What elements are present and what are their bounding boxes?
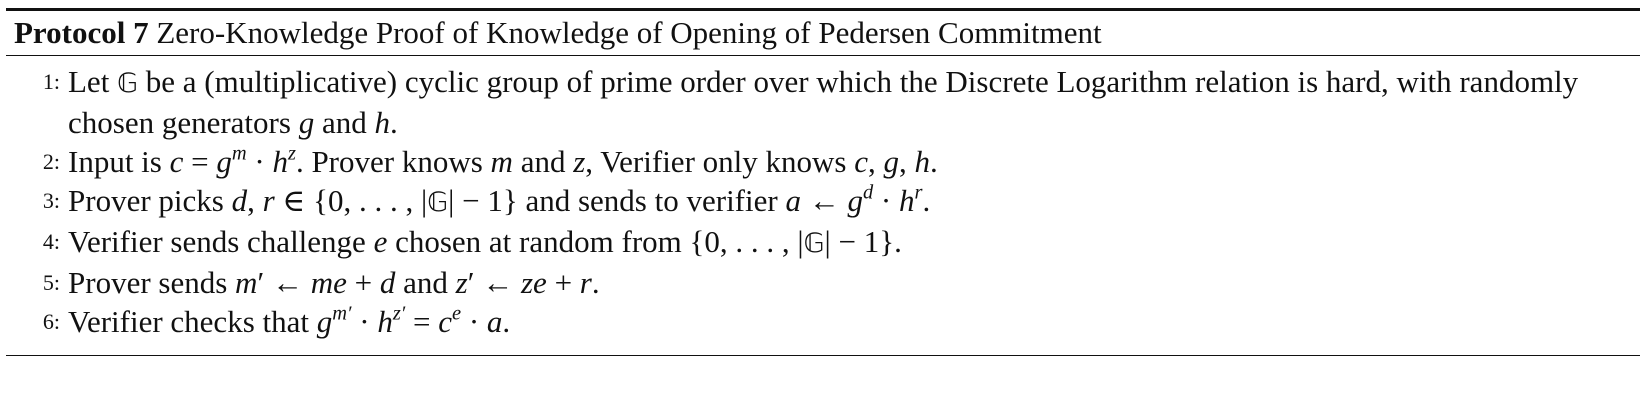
step-number: 5: (42, 270, 60, 295)
step-5: 5: Prover sends m′ ← me + d and z′ ← ze … (6, 263, 1640, 302)
step-text: Prover picks d, r ∈ {0, . . . , |𝔾| − 1}… (68, 181, 931, 218)
step-4: 4: Verifier sends challenge e chosen at … (6, 222, 1640, 263)
step-number: 4: (42, 229, 60, 254)
step-number: 6: (42, 309, 60, 334)
algorithm-caption: Protocol 7 Zero-Knowledge Proof of Knowl… (6, 11, 1640, 55)
step-1: 1: Let 𝔾 be a (multiplicative) cyclic gr… (6, 62, 1640, 142)
step-3: 3: Prover picks d, r ∈ {0, . . . , |𝔾| −… (6, 181, 1640, 222)
algorithm-box: Protocol 7 Zero-Knowledge Proof of Knowl… (6, 8, 1640, 356)
step-6: 6: Verifier checks that gm′ · hz′ = ce ·… (6, 302, 1640, 341)
step-2: 2: Input is c = gm · hz. Prover knows m … (6, 142, 1640, 181)
step-text: Let 𝔾 be a (multiplicative) cyclic group… (68, 64, 1579, 140)
step-text: Input is c = gm · hz. Prover knows m and… (68, 142, 938, 179)
step-number: 1: (42, 69, 60, 94)
step-list: 1: Let 𝔾 be a (multiplicative) cyclic gr… (6, 56, 1640, 341)
step-number: 3: (42, 188, 60, 213)
step-text: Verifier checks that gm′ · hz′ = ce · a. (68, 302, 511, 339)
bottom-rule (6, 355, 1640, 356)
algorithm-title: Zero-Knowledge Proof of Knowledge of Ope… (156, 15, 1102, 50)
algorithm-label: Protocol 7 (14, 15, 149, 50)
step-text: Prover sends m′ ← me + d and z′ ← ze + r… (68, 265, 600, 300)
step-number: 2: (42, 149, 60, 174)
step-text: Verifier sends challenge e chosen at ran… (68, 224, 902, 259)
